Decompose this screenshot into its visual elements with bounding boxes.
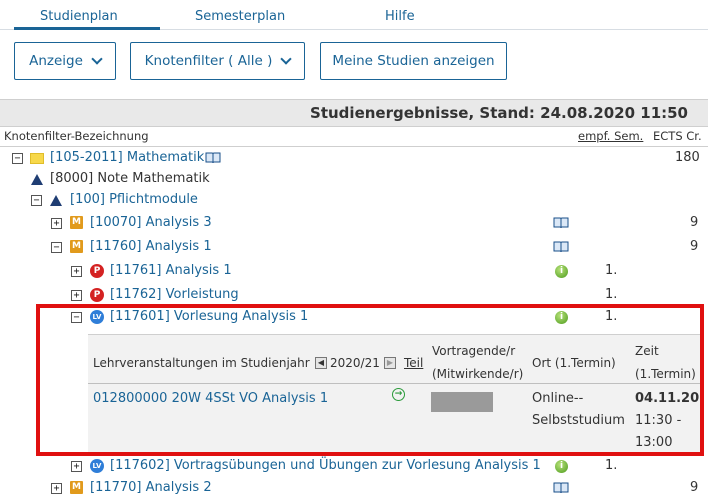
book-icon[interactable] (205, 152, 221, 164)
redacted-lecturer (431, 392, 493, 412)
course-detail-panel: Lehrveranstaltungen im Studienjahr ◀ 202… (88, 334, 700, 452)
empf-sem-value: 1. (605, 309, 618, 324)
detail-header-teil[interactable]: Teil (404, 356, 423, 370)
anzeige-button[interactable]: Anzeige (14, 42, 116, 80)
expand-toggle[interactable]: + (71, 461, 82, 472)
tab-bar: Studienplan Semesterplan Hilfe (0, 0, 708, 30)
empf-sem-value: 1. (605, 458, 618, 473)
results-title: Studienergebnisse, Stand: 24.08.2020 11:… (310, 104, 688, 122)
column-header-empf-sem[interactable]: empf. Sem. (578, 129, 643, 143)
tree-row-117601-vorlesung: − LV [117601] Vorlesung Analysis 1 i 1. (0, 306, 708, 328)
termin-time-start: 11:30 - (635, 413, 682, 428)
course-link[interactable]: 012800000 20W 4SSt VO Analysis 1 (93, 391, 328, 406)
ects-value: 180 (675, 150, 700, 165)
next-year-arrow-icon[interactable]: ▶ (384, 357, 396, 369)
chevron-down-icon (91, 52, 103, 65)
tree-row-117602-uebungen: + LV [117602] Vortragsübungen und Übunge… (0, 455, 708, 477)
empf-sem-value: 1. (605, 287, 618, 302)
tree-row-mathematik: − [105-2011] Mathematik 180 (0, 147, 708, 169)
detail-header-lv: Lehrveranstaltungen im Studienjahr (93, 356, 310, 370)
collapse-toggle[interactable]: − (71, 312, 82, 323)
lecture-lv-icon: LV (90, 459, 104, 473)
tree-row-11761-analysis-1: + P [11761] Analysis 1 i 1. (0, 260, 708, 282)
ort-line-2: Selbststudium (532, 413, 625, 428)
tab-studienplan[interactable]: Studienplan (40, 9, 118, 24)
expand-toggle[interactable]: + (71, 290, 82, 301)
tree-item-label[interactable]: [105-2011] Mathematik (50, 150, 204, 165)
detail-header-mitwirkende: (Mitwirkende/r) (432, 367, 524, 381)
knotenfilter-button-label: Knotenfilter ( Alle ) (144, 53, 273, 69)
toolbar: Anzeige Knotenfilter ( Alle ) Meine Stud… (0, 30, 708, 90)
tab-semesterplan[interactable]: Semesterplan (195, 9, 285, 24)
detail-header-zeit-termin: (1.Termin) (635, 367, 696, 381)
exam-p-icon: P (90, 264, 104, 278)
tree-item-label[interactable]: [11762] Vorleistung (110, 287, 239, 302)
folder-icon (30, 153, 44, 164)
ects-value: 9 (690, 215, 699, 230)
info-icon[interactable]: i (555, 265, 568, 278)
tree-row-analysis-3: + M [10070] Analysis 3 9 (0, 212, 708, 234)
empf-sem-value: 1. (605, 263, 618, 278)
collapse-toggle[interactable]: − (51, 242, 62, 253)
tree-item-label[interactable]: [100] Pflichtmodule (70, 192, 198, 207)
tree-row-11762-vorleistung: + P [11762] Vorleistung 1. (0, 284, 708, 306)
tree-row-analysis-2: + M [11770] Analysis 2 9 (0, 477, 708, 499)
ort-line-1: Online-- (532, 391, 584, 406)
expand-toggle[interactable]: + (71, 266, 82, 277)
detail-header-ort: Ort (1.Termin) (532, 356, 616, 370)
tree-item-label[interactable]: [11770] Analysis 2 (90, 480, 212, 495)
tree-item-label: [8000] Note Mathematik (50, 171, 210, 186)
expand-toggle[interactable]: + (51, 218, 62, 229)
triangle-icon (31, 174, 43, 185)
ects-value: 9 (690, 480, 699, 495)
detail-year: 2020/21 (330, 356, 380, 370)
lecture-lv-icon: LV (90, 310, 104, 324)
exam-p-icon: P (90, 288, 104, 302)
collapse-toggle[interactable]: − (31, 195, 42, 206)
tree-item-label[interactable]: [117602] Vortragsübungen und Übungen zur… (110, 458, 541, 473)
tree-row-analysis-1-module: − M [11760] Analysis 1 9 (0, 236, 708, 258)
book-icon[interactable] (553, 241, 569, 253)
detail-header-vortragende: Vortragende/r (432, 344, 516, 358)
tree-row-pflichtmodule: − [100] Pflichtmodule (0, 189, 708, 211)
go-arrow-icon[interactable]: → (392, 388, 405, 401)
detail-divider (88, 383, 700, 384)
book-icon[interactable] (553, 217, 569, 229)
tree-item-label[interactable]: [117601] Vorlesung Analysis 1 (110, 309, 308, 324)
tree-item-label[interactable]: [10070] Analysis 3 (90, 215, 212, 230)
book-icon[interactable] (553, 482, 569, 494)
column-header-bezeichnung: Knotenfilter-Bezeichnung (4, 129, 149, 143)
tree-item-label[interactable]: [11761] Analysis 1 (110, 263, 232, 278)
triangle-icon (50, 195, 62, 206)
tab-hilfe[interactable]: Hilfe (385, 9, 415, 24)
results-header: Studienergebnisse, Stand: 24.08.2020 11:… (0, 99, 708, 127)
expand-toggle[interactable]: + (51, 483, 62, 494)
module-m-icon: M (70, 481, 83, 494)
column-header-ects: ECTS Cr. (653, 129, 702, 143)
tree-row-note-mathematik: [8000] Note Mathematik (0, 168, 708, 190)
ects-value: 9 (690, 239, 699, 254)
info-icon[interactable]: i (555, 460, 568, 473)
prev-year-arrow-icon[interactable]: ◀ (315, 357, 327, 369)
anzeige-button-label: Anzeige (29, 53, 83, 69)
chevron-down-icon (280, 52, 293, 65)
meine-studien-button[interactable]: Meine Studien anzeigen (320, 42, 507, 80)
collapse-toggle[interactable]: − (12, 153, 23, 164)
knotenfilter-button[interactable]: Knotenfilter ( Alle ) (130, 42, 305, 80)
module-m-icon: M (70, 240, 83, 253)
detail-header-zeit: Zeit (635, 344, 659, 358)
tree-item-label[interactable]: [11760] Analysis 1 (90, 239, 212, 254)
module-m-icon: M (70, 216, 83, 229)
termin-date: 04.11.20 (635, 391, 700, 406)
termin-time-end: 13:00 (635, 435, 673, 450)
info-icon[interactable]: i (555, 311, 568, 324)
